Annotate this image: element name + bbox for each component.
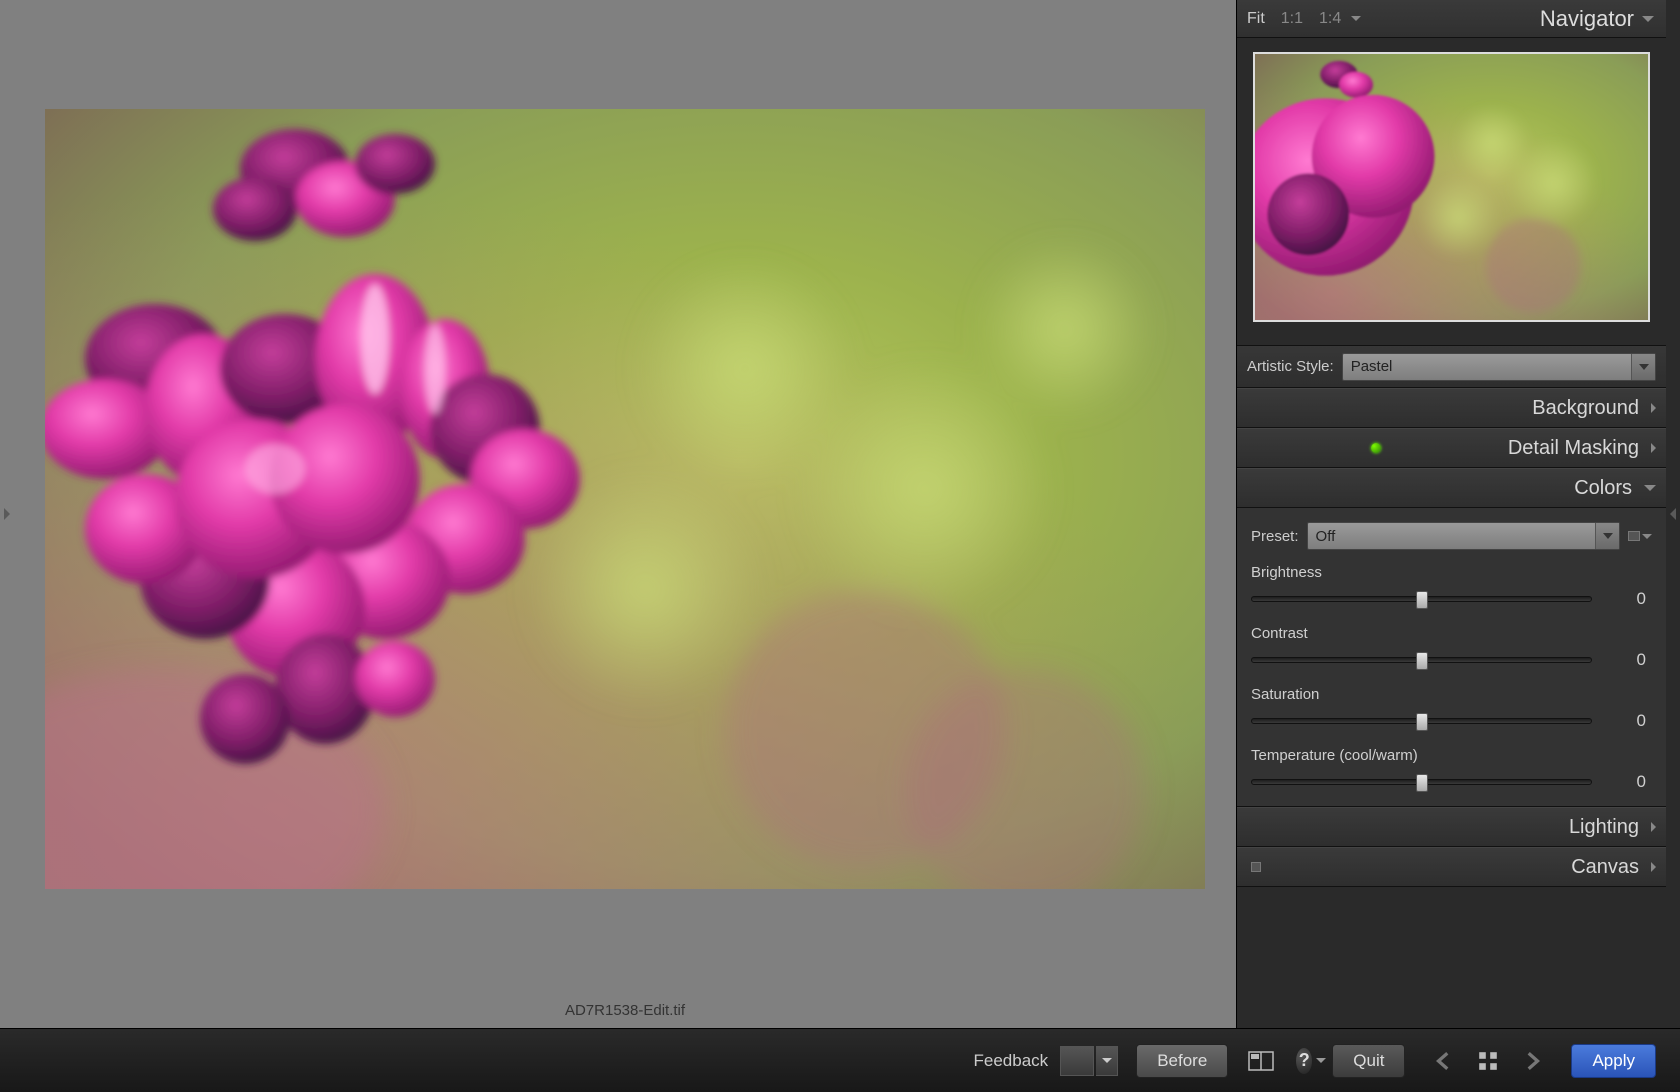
main-image[interactable]	[45, 109, 1205, 889]
brightness-slider[interactable]	[1251, 596, 1592, 602]
saturation-label: Saturation	[1251, 686, 1652, 703]
navigator-title: Navigator	[1540, 6, 1634, 32]
expand-icon	[1651, 403, 1656, 413]
dropdown-button-icon	[1595, 523, 1619, 549]
contrast-slider[interactable]	[1251, 657, 1592, 663]
section-lighting[interactable]: Lighting	[1237, 807, 1666, 847]
preset-dropdown[interactable]: Off	[1307, 522, 1620, 550]
apply-button[interactable]: Apply	[1571, 1044, 1656, 1078]
section-colors[interactable]: Colors	[1237, 468, 1666, 508]
help-button[interactable]: ?	[1296, 1048, 1326, 1074]
preset-label: Preset:	[1251, 528, 1299, 545]
chevron-right-icon	[4, 508, 10, 520]
before-button[interactable]: Before	[1136, 1044, 1228, 1078]
grid-view-button[interactable]	[1477, 1050, 1499, 1072]
section-canvas[interactable]: Canvas	[1237, 847, 1666, 887]
temperature-slider[interactable]	[1251, 779, 1592, 785]
temperature-label: Temperature (cool/warm)	[1251, 747, 1652, 764]
left-edge-expander[interactable]	[0, 0, 14, 1028]
feedback-label: Feedback	[974, 1051, 1049, 1071]
zoom-more-icon[interactable]	[1351, 16, 1361, 21]
temperature-value: 0	[1592, 772, 1652, 792]
section-background-title: Background	[1532, 397, 1639, 420]
filename-label: AD7R1538-Edit.tif	[565, 1002, 685, 1019]
dropdown-button-icon	[1631, 354, 1655, 380]
zoom-fit[interactable]: Fit	[1247, 10, 1265, 28]
chevron-down-icon	[1316, 1058, 1326, 1063]
slider-thumb[interactable]	[1416, 774, 1428, 792]
saturation-value: 0	[1592, 711, 1652, 731]
collapse-icon	[1644, 485, 1656, 491]
zoom-1-1[interactable]: 1:1	[1281, 10, 1303, 28]
preset-menu-button[interactable]	[1628, 531, 1652, 541]
canvas-enable-checkbox[interactable]	[1251, 862, 1261, 872]
footer-bar: Feedback Before ? Quit Apply	[0, 1028, 1680, 1092]
navigator-header: Fit 1:1 1:4 Navigator	[1237, 0, 1666, 38]
split-view-button[interactable]	[1246, 1048, 1276, 1074]
brightness-label: Brightness	[1251, 564, 1652, 581]
artistic-style-row: Artistic Style: Pastel	[1237, 346, 1666, 388]
background-color-swatch[interactable]	[1060, 1046, 1094, 1076]
active-indicator-icon	[1371, 443, 1381, 453]
expand-icon	[1651, 443, 1656, 453]
chevron-down-icon	[1102, 1058, 1112, 1063]
slider-thumb[interactable]	[1416, 652, 1428, 670]
right-panel: Fit 1:1 1:4 Navigator	[1236, 0, 1666, 1028]
section-detail-masking[interactable]: Detail Masking	[1237, 428, 1666, 468]
section-background[interactable]: Background	[1237, 388, 1666, 428]
section-canvas-title: Canvas	[1571, 856, 1639, 879]
quit-button[interactable]: Quit	[1332, 1044, 1405, 1078]
slider-thumb[interactable]	[1416, 591, 1428, 609]
right-edge-expander[interactable]	[1666, 0, 1680, 1028]
prev-image-button[interactable]	[1433, 1050, 1455, 1072]
saturation-slider[interactable]	[1251, 718, 1592, 724]
artistic-style-value: Pastel	[1351, 358, 1393, 375]
expand-icon	[1651, 862, 1656, 872]
artistic-style-label: Artistic Style:	[1247, 358, 1334, 375]
contrast-label: Contrast	[1251, 625, 1652, 642]
expand-icon	[1651, 822, 1656, 832]
navigator-thumbnail[interactable]	[1253, 52, 1650, 322]
zoom-1-4[interactable]: 1:4	[1319, 10, 1341, 28]
section-colors-title: Colors	[1574, 477, 1632, 500]
section-detail-masking-title: Detail Masking	[1508, 437, 1639, 460]
artistic-style-dropdown[interactable]: Pastel	[1342, 353, 1656, 381]
next-image-button[interactable]	[1521, 1050, 1543, 1072]
section-lighting-title: Lighting	[1569, 816, 1639, 839]
canvas-area: AD7R1538-Edit.tif	[14, 0, 1236, 1028]
preset-value: Off	[1316, 528, 1336, 545]
colors-panel-body: Preset: Off Brightness 0	[1237, 508, 1666, 807]
chevron-left-icon	[1670, 508, 1676, 520]
background-color-menu[interactable]	[1096, 1046, 1118, 1076]
contrast-value: 0	[1592, 650, 1652, 670]
navigator-collapse-icon[interactable]	[1642, 16, 1654, 22]
chevron-down-icon	[1642, 534, 1652, 539]
help-icon: ?	[1296, 1048, 1312, 1074]
brightness-value: 0	[1592, 589, 1652, 609]
slider-thumb[interactable]	[1416, 713, 1428, 731]
